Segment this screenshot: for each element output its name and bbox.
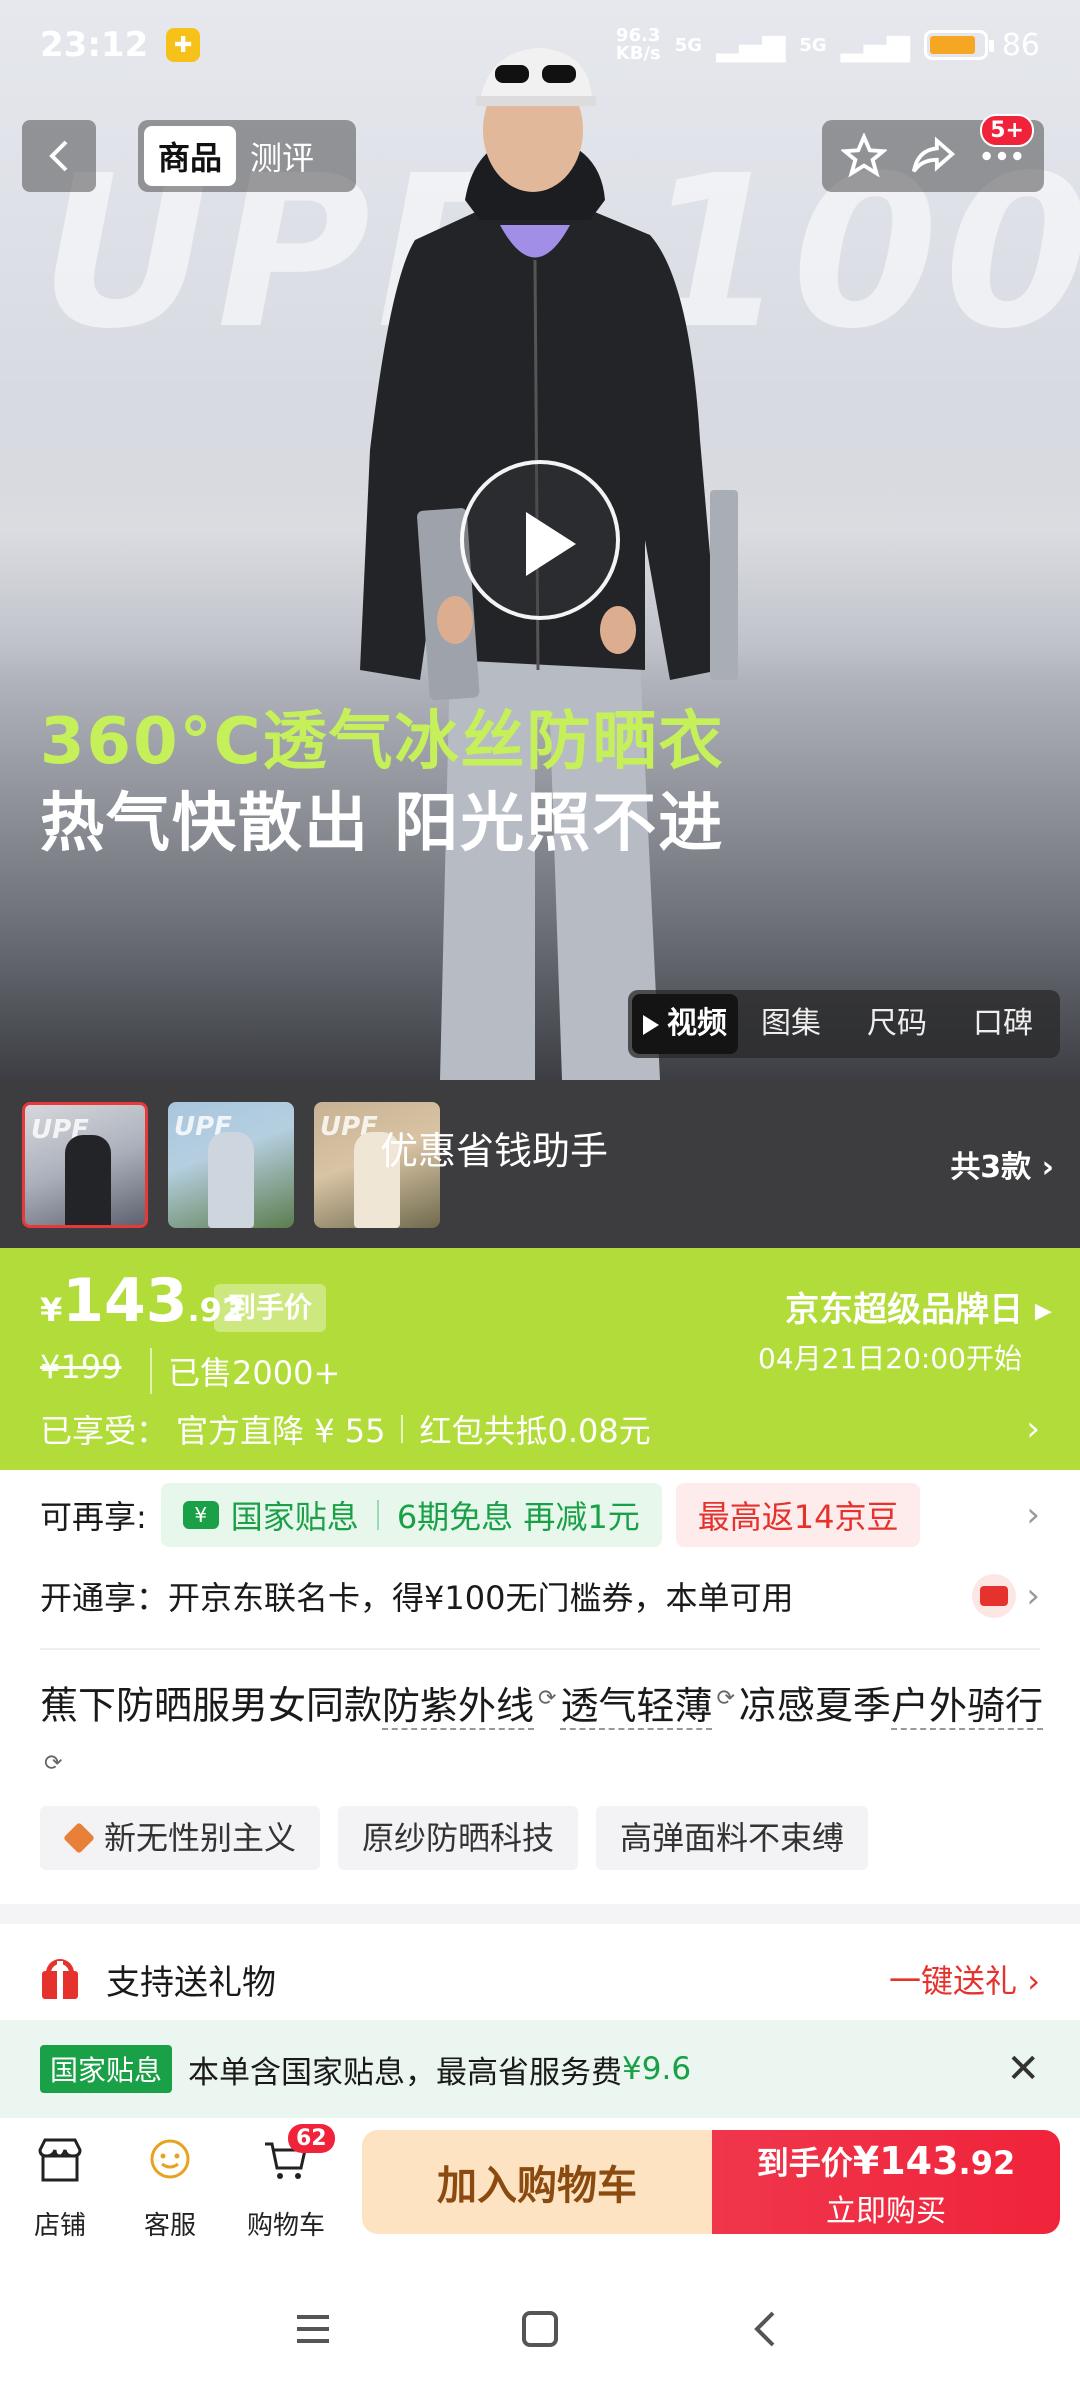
buy-now-button[interactable]: 到手价¥143.92 立即购买	[712, 2130, 1060, 2234]
feature-tags: 新无性别主义 原纱防晒科技 高弹面料不束缚	[40, 1806, 869, 1870]
app-notification-icon: ✚	[166, 28, 201, 62]
back-nav-icon[interactable]	[737, 2299, 797, 2359]
product-title: 蕉下防晒服男女同款防紫外线 ⟳ 透气轻薄 ⟳ 凉感夏季户外骑行⟳	[40, 1683, 1043, 1776]
signal-bars-icon: ▂▄▆	[716, 27, 786, 63]
media-tab-reviews[interactable]: 口碑	[950, 994, 1056, 1054]
media-tabs: 视频 图集 尺码 口碑	[628, 990, 1060, 1058]
top-nav: 商品 测评 5+	[0, 114, 1080, 194]
media-tab-size[interactable]: 尺码	[844, 994, 950, 1054]
favorite-star-icon[interactable]	[841, 133, 888, 179]
store-icon	[38, 2138, 82, 2182]
variant-count-link[interactable]: 共3款 ›	[950, 1142, 1054, 1186]
feature-tag-1[interactable]: 新无性别主义	[40, 1806, 321, 1870]
send-gift-link[interactable]: 一键送礼 ›	[889, 1956, 1040, 2002]
chat-face-icon	[150, 2139, 190, 2179]
product-page: { "status": { "time": "23:12", "net_spee…	[0, 0, 1080, 2400]
extra-offers-row[interactable]: 可再享: ¥ 国家贴息 6期免息 再减1元 最高返14京豆 ›	[0, 1470, 1080, 1560]
keyword-breathable[interactable]: 透气轻薄	[560, 1683, 713, 1730]
subsidy-badge: 国家贴息	[40, 2045, 173, 2093]
tab-review[interactable]: 测评	[236, 126, 328, 186]
home-icon[interactable]	[510, 2299, 570, 2359]
chevron-right-icon: ›	[1026, 1495, 1040, 1535]
status-right: 96.3 KB/s 5G ▂▄▆ 5G ▂▄▆ 86	[616, 27, 1040, 63]
media-tab-gallery[interactable]: 图集	[738, 994, 844, 1054]
variant-thumb-1[interactable]: UPF	[22, 1102, 148, 1228]
action-group: 5+	[822, 114, 1044, 192]
slogan-line-2: 热气快散出 阳光照不进	[40, 787, 725, 861]
extra-offers-label: 可再享:	[40, 1498, 147, 1536]
divider	[40, 1648, 1040, 1650]
subsidy-banner: 国家贴息 本单含国家贴息，最高省服务费 ¥9.6 ✕	[0, 2020, 1080, 2118]
savings-helper-label[interactable]: 优惠省钱助手	[380, 1120, 608, 1175]
back-arrow-icon	[49, 140, 68, 172]
subsidy-pill[interactable]: ¥ 国家贴息 6期免息 再减1元	[160, 1483, 662, 1547]
card-label: 开通享：	[40, 1579, 169, 1617]
add-to-cart-button[interactable]: 加入购物车	[362, 2130, 712, 2234]
chevron-right-icon: ›	[1026, 1576, 1040, 1616]
subsidy-amount: ¥9.6	[622, 2051, 692, 2087]
share-icon[interactable]	[910, 133, 956, 179]
play-video-button[interactable]	[460, 460, 620, 620]
jingdou-pill[interactable]: 最高返14京豆	[675, 1483, 921, 1547]
variant-strip: UPF UPF UPF 优惠省钱助手 共3款 ›	[0, 1080, 1080, 1248]
bottom-action-bar: 店铺 客服 62 购物车 加入购物车 到手价¥143.92 立即购买	[0, 2118, 1080, 2258]
subsidy-text: 本单含国家贴息，最高省服务费	[188, 2054, 623, 2091]
battery-icon	[923, 30, 994, 60]
credit-card-icon	[972, 1574, 1017, 1618]
tshirt-icon	[63, 1822, 95, 1854]
gift-row[interactable]: 支持送礼物 一键送礼 ›	[0, 1924, 1080, 2034]
subsidy-icon: ¥	[182, 1501, 219, 1529]
original-price: ¥199	[40, 1348, 122, 1386]
sold-count: 已售2000+	[150, 1348, 340, 1394]
card-text: 开京东联名卡，得¥100无门槛券，本单可用	[168, 1579, 794, 1617]
final-price-tag: 到手价	[214, 1284, 327, 1332]
media-tab-video[interactable]: 视频	[632, 994, 738, 1054]
gift-label: 支持送礼物	[106, 1962, 276, 2003]
shop-button[interactable]: 店铺	[10, 2136, 110, 2242]
status-time: 23:12	[40, 25, 149, 65]
back-button[interactable]	[22, 120, 96, 192]
page-tabs: 商品 测评	[138, 120, 356, 192]
status-bar: 23:12 ✚ 96.3 KB/s 5G ▂▄▆ 5G ▂▄▆ 86	[0, 0, 1080, 90]
chevron-right-icon: ›	[1026, 1409, 1040, 1449]
net-speed: 96.3 KB/s	[615, 25, 661, 64]
search-icon: ⟳	[538, 1686, 557, 1711]
system-nav-bar	[0, 2258, 1080, 2400]
close-icon[interactable]: ✕	[1006, 2046, 1040, 2092]
message-badge: 5+	[980, 114, 1034, 147]
co-brand-card-row[interactable]: 开通享： 开京东联名卡，得¥100无门槛券，本单可用 ›	[0, 1560, 1080, 1632]
battery-percent: 86	[1001, 27, 1040, 63]
cart-button[interactable]: 62 购物车	[236, 2124, 336, 2242]
feature-tag-2[interactable]: 原纱防晒科技	[338, 1806, 579, 1870]
price-band: ¥143.92 到手价 ¥199 已售2000+ 京东超级品牌日 ▸ 04月21…	[0, 1248, 1080, 1470]
hero-media[interactable]: UPF 100+	[0, 0, 1080, 1080]
keyword-outdoor[interactable]: 户外骑行	[890, 1683, 1043, 1730]
variant-thumb-2[interactable]: UPF	[168, 1102, 294, 1228]
gift-icon	[40, 1959, 80, 1999]
menu-icon[interactable]	[283, 2299, 343, 2359]
search-icon: ⟳	[716, 1686, 735, 1711]
search-icon: ⟳	[44, 1750, 63, 1776]
brand-day-promo[interactable]: 京东超级品牌日 ▸ 04月21日20:00开始	[758, 1282, 1052, 1377]
signal-bars-icon-2: ▂▄▆	[840, 27, 910, 63]
customer-service-button[interactable]: 客服	[120, 2136, 220, 2242]
section-gap	[0, 1904, 1080, 1924]
feature-tag-3[interactable]: 高弹面料不束缚	[596, 1806, 869, 1870]
applied-discounts[interactable]: 已享受： 官方直降 ¥ 55 红包共抵0.08元 ›	[40, 1406, 1040, 1452]
keyword-uv[interactable]: 防紫外线	[382, 1683, 535, 1730]
slogan-line-1: 360°C透气冰丝防晒衣	[40, 705, 725, 779]
signal-5g-2: 5G	[799, 34, 827, 56]
signal-5g-1: 5G	[674, 34, 703, 56]
tab-product[interactable]: 商品	[144, 126, 237, 186]
cart-count-badge: 62	[288, 2124, 335, 2153]
